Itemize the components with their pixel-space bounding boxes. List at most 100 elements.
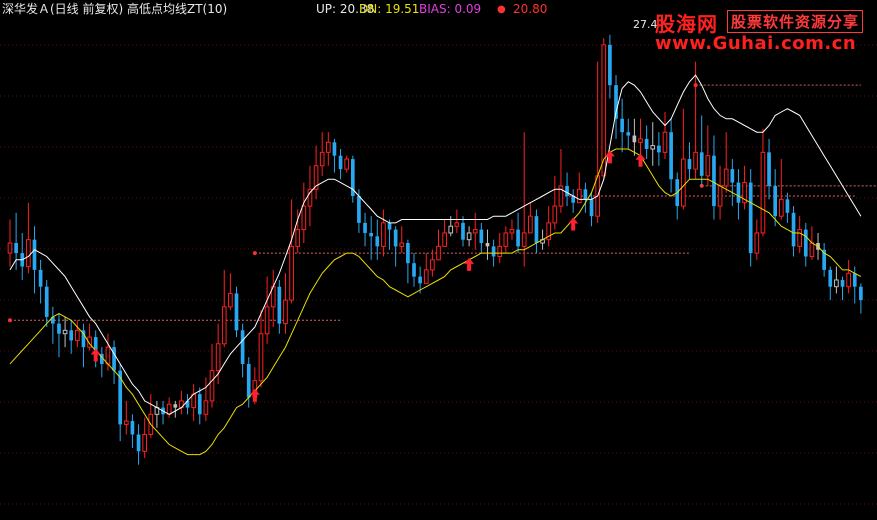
candle-body — [381, 222, 386, 247]
candle-body — [142, 433, 148, 452]
candle-body — [393, 229, 398, 247]
candle-body — [295, 229, 301, 247]
candle-body — [240, 330, 245, 364]
candlestick-chart — [0, 34, 877, 505]
candle-body — [773, 185, 778, 217]
candle-body — [717, 185, 723, 207]
candle-body — [412, 263, 416, 277]
candle-body — [521, 232, 527, 247]
buy-arrow-icon — [464, 257, 475, 271]
candle-body — [105, 346, 111, 365]
candle-body — [26, 239, 31, 268]
candle-body — [803, 229, 808, 257]
candle-body — [221, 306, 227, 345]
candle-body — [687, 159, 692, 170]
bias-value: BIAS: 0.09 — [419, 2, 482, 16]
candle-body — [589, 199, 594, 217]
level-dot — [8, 318, 12, 323]
candle-body — [387, 222, 392, 230]
candle-body — [834, 279, 839, 288]
candle-body — [485, 243, 490, 247]
watermark-url: www.Guhai.com.cn — [655, 33, 857, 54]
candle-body — [472, 229, 478, 234]
chart-title: 深华发Ａ(日线 前复权) 高低点均线ZT(10) — [2, 2, 228, 16]
candle-body — [301, 205, 307, 231]
candle-body — [418, 276, 422, 284]
candle-body — [38, 269, 43, 287]
candle-body — [626, 132, 631, 136]
candle-body — [723, 168, 729, 187]
candle-body — [509, 229, 515, 234]
candle-body — [461, 222, 465, 240]
candle-body — [748, 182, 753, 254]
dn-value: DN: 19.51 — [359, 2, 420, 16]
candle-body — [705, 155, 711, 177]
candle-body — [657, 145, 661, 153]
candle-body — [503, 232, 509, 247]
candle-body — [369, 232, 374, 237]
candle-body — [246, 363, 251, 398]
candle-body — [234, 293, 239, 331]
candle-body — [840, 279, 845, 287]
candle-body — [736, 182, 741, 203]
candle-body — [375, 236, 380, 247]
candle-body — [712, 155, 716, 207]
candle-body — [363, 222, 367, 233]
candle-body — [32, 239, 37, 270]
candle-body — [406, 243, 410, 264]
candle-body — [608, 44, 612, 86]
candle-body — [430, 259, 435, 271]
candle-body — [791, 212, 796, 247]
candle-body — [576, 188, 582, 204]
candle-body — [277, 286, 282, 324]
buy-arrow-icon — [635, 153, 646, 167]
candle-body — [112, 347, 116, 371]
upper-line — [9, 74, 862, 415]
candle-body — [852, 273, 857, 287]
candle-body — [228, 292, 233, 308]
candle-body — [130, 421, 135, 435]
candle-body — [7, 242, 13, 254]
candle-body — [828, 269, 833, 287]
candle-body — [583, 189, 588, 200]
candle-body — [173, 404, 178, 408]
candle-body — [785, 199, 790, 213]
candle-body — [123, 420, 129, 425]
candle-body — [497, 245, 503, 257]
watermark-logo: 股海网 股票软件资源分享 www.Guhai.com.cn — [621, 6, 875, 56]
candle-body — [681, 158, 686, 207]
candle-body — [197, 394, 202, 415]
candle-body — [760, 151, 766, 234]
candle-body — [423, 269, 429, 284]
last-price-value: 20.80 — [513, 2, 548, 16]
candle-body — [258, 333, 264, 382]
candle-body — [325, 141, 331, 153]
candle-body — [283, 299, 288, 325]
candle-body — [264, 306, 270, 335]
candle-body — [209, 370, 215, 402]
candle-body — [319, 151, 325, 167]
candle-body — [552, 205, 558, 224]
candle-body — [203, 400, 209, 415]
candle-body — [620, 118, 624, 133]
candle-body — [289, 245, 294, 301]
candle-body — [454, 222, 460, 227]
lower-line — [9, 148, 862, 456]
candle-body — [14, 243, 18, 254]
candle-body — [399, 242, 405, 247]
candle-body — [638, 138, 643, 143]
candle-body — [479, 229, 484, 244]
candle-body — [357, 196, 361, 223]
candle-body — [534, 216, 539, 244]
candle-body — [859, 286, 863, 301]
candle-body — [644, 138, 649, 149]
candle-body — [466, 232, 472, 241]
candle-body — [448, 225, 454, 234]
candle-body — [44, 286, 49, 317]
candle-body — [754, 232, 760, 254]
candle-body — [693, 151, 698, 170]
candle-body — [797, 229, 803, 247]
candle-body — [57, 323, 61, 334]
candle-body — [491, 246, 496, 257]
candle-body — [730, 169, 735, 183]
